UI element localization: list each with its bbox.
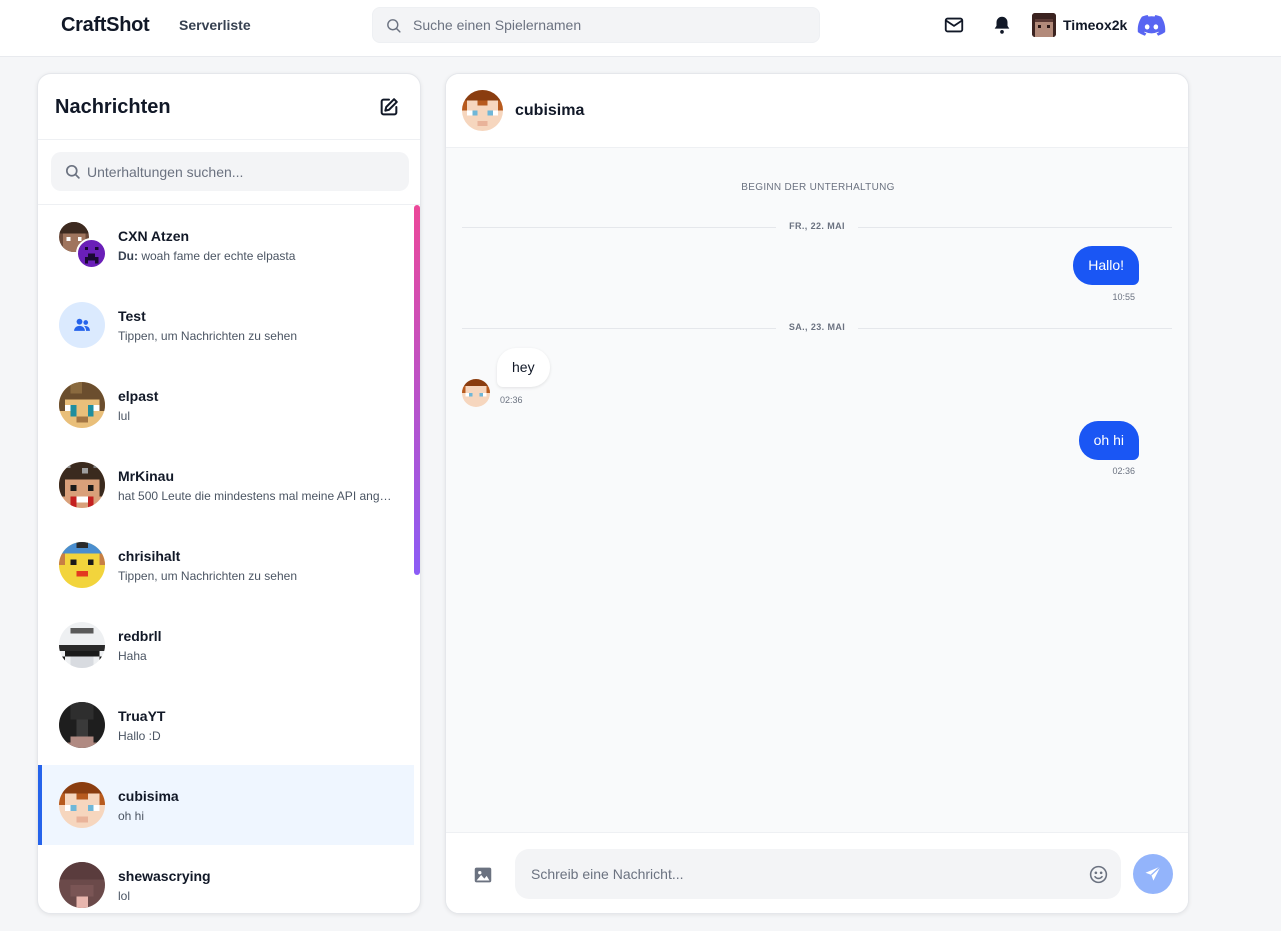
conversation-item[interactable]: chrisihalt Tippen, um Nachrichten zu seh…: [38, 525, 414, 605]
message-composer: [446, 832, 1188, 913]
conversation-start-label: BEGINN DER UNTERHALTUNG: [741, 182, 895, 193]
conversation-preview: Haha: [118, 649, 147, 663]
conversation-name: shewascrying: [118, 868, 211, 884]
conversation-name: CXN Atzen: [118, 228, 190, 244]
date-divider: FR., 22. MAI: [462, 221, 1172, 233]
avatar: [59, 862, 105, 908]
compose-icon[interactable]: [378, 96, 400, 118]
message-bubble-incoming[interactable]: hey: [497, 348, 550, 387]
chat-panel: cubisima BEGINN DER UNTERHALTUNG FR., 22…: [445, 73, 1189, 914]
avatar: [59, 382, 105, 428]
chat-header: cubisima: [446, 74, 1188, 148]
conversation-item[interactable]: CXN Atzen Du: woah fame der echte elpast…: [38, 205, 414, 285]
conversations-header: Nachrichten: [38, 74, 420, 140]
search-icon: [385, 17, 402, 34]
avatar: [59, 462, 105, 508]
image-upload-icon[interactable]: [472, 864, 494, 886]
avatar: [59, 542, 105, 588]
message-time: 02:36: [1112, 466, 1135, 476]
conversation-preview: Du: woah fame der echte elpasta: [118, 249, 296, 263]
conversation-item[interactable]: Test Tippen, um Nachrichten zu sehen: [38, 285, 414, 365]
conversation-name: elpast: [118, 388, 159, 404]
conversation-item[interactable]: elpast lul: [38, 365, 414, 445]
message-time: 10:55: [1112, 292, 1135, 302]
message-input-box[interactable]: [515, 849, 1121, 899]
conversation-name: Test: [118, 308, 146, 324]
conversation-name: MrKinau: [118, 468, 174, 484]
player-search-box[interactable]: [372, 7, 820, 43]
avatar: [59, 702, 105, 748]
search-icon: [64, 163, 81, 180]
preview-sender: Du:: [118, 249, 138, 263]
conversation-item[interactable]: TruaYT Hallo :D: [38, 685, 414, 765]
chat-partner-name[interactable]: cubisima: [515, 102, 584, 120]
conversation-item[interactable]: redbrll Haha: [38, 605, 414, 685]
discord-icon[interactable]: [1137, 12, 1166, 38]
date-divider: SA., 23. MAI: [462, 322, 1172, 334]
conversation-preview: lol: [118, 889, 131, 903]
conversation-list: CXN Atzen Du: woah fame der echte elpast…: [38, 204, 420, 913]
conversation-name: chrisihalt: [118, 548, 181, 564]
conversation-name: cubisima: [118, 788, 179, 804]
chat-partner-avatar[interactable]: [462, 90, 503, 131]
date-label: FR., 22. MAI: [789, 221, 845, 231]
conversation-preview: lul: [118, 409, 131, 423]
conversation-item[interactable]: shewascrying lol: [38, 845, 414, 913]
conversations-title: Nachrichten: [55, 96, 171, 118]
message-list: BEGINN DER UNTERHALTUNG FR., 22. MAI Hal…: [446, 148, 1188, 832]
avatar: [59, 782, 105, 828]
conversation-search-box[interactable]: [51, 152, 409, 191]
users-icon: [72, 315, 92, 335]
app-logo[interactable]: CraftShot: [61, 14, 150, 37]
conversation-preview: hat 500 Leute die mindestens mal meine A…: [118, 489, 398, 503]
message-bubble-outgoing[interactable]: oh hi: [1078, 421, 1139, 460]
user-name[interactable]: Timeox2k: [1063, 17, 1127, 33]
message-bubble-outgoing[interactable]: Hallo!: [1073, 246, 1139, 285]
conversation-name: redbrll: [118, 628, 162, 644]
conversation-item[interactable]: MrKinau hat 500 Leute die mindestens mal…: [38, 445, 414, 525]
message-avatar[interactable]: [462, 379, 490, 407]
conversation-search-input[interactable]: [87, 152, 397, 191]
bell-icon[interactable]: [991, 14, 1013, 36]
user-avatar[interactable]: [1032, 13, 1056, 37]
send-button[interactable]: [1133, 854, 1173, 894]
group-avatar: [59, 302, 105, 348]
player-search-input[interactable]: [413, 8, 813, 42]
date-label: SA., 23. MAI: [788, 322, 846, 332]
conversations-panel: Nachrichten Unterhaltungen suchen... CXN…: [37, 73, 421, 914]
message-input[interactable]: [531, 849, 1091, 899]
conversation-preview: Tippen, um Nachrichten zu sehen: [118, 569, 297, 583]
nav-link-server-list[interactable]: Serverliste: [179, 17, 251, 33]
conversation-name: TruaYT: [118, 708, 166, 724]
mail-icon[interactable]: [943, 14, 965, 36]
send-icon: [1145, 866, 1161, 881]
conversation-item-active[interactable]: cubisima oh hi: [38, 765, 414, 845]
conversation-preview: oh hi: [118, 809, 145, 823]
conversation-preview: Hallo :D: [118, 729, 161, 743]
message-time: 02:36: [500, 395, 523, 405]
top-navigation-bar: CraftShot Serverliste Timeox2k: [0, 0, 1281, 57]
conversation-preview: Tippen, um Nachrichten zu sehen: [118, 329, 297, 343]
emoji-icon[interactable]: [1088, 864, 1109, 885]
avatar: [59, 622, 105, 668]
group-avatar: [59, 222, 107, 269]
scrollbar[interactable]: [414, 205, 420, 575]
